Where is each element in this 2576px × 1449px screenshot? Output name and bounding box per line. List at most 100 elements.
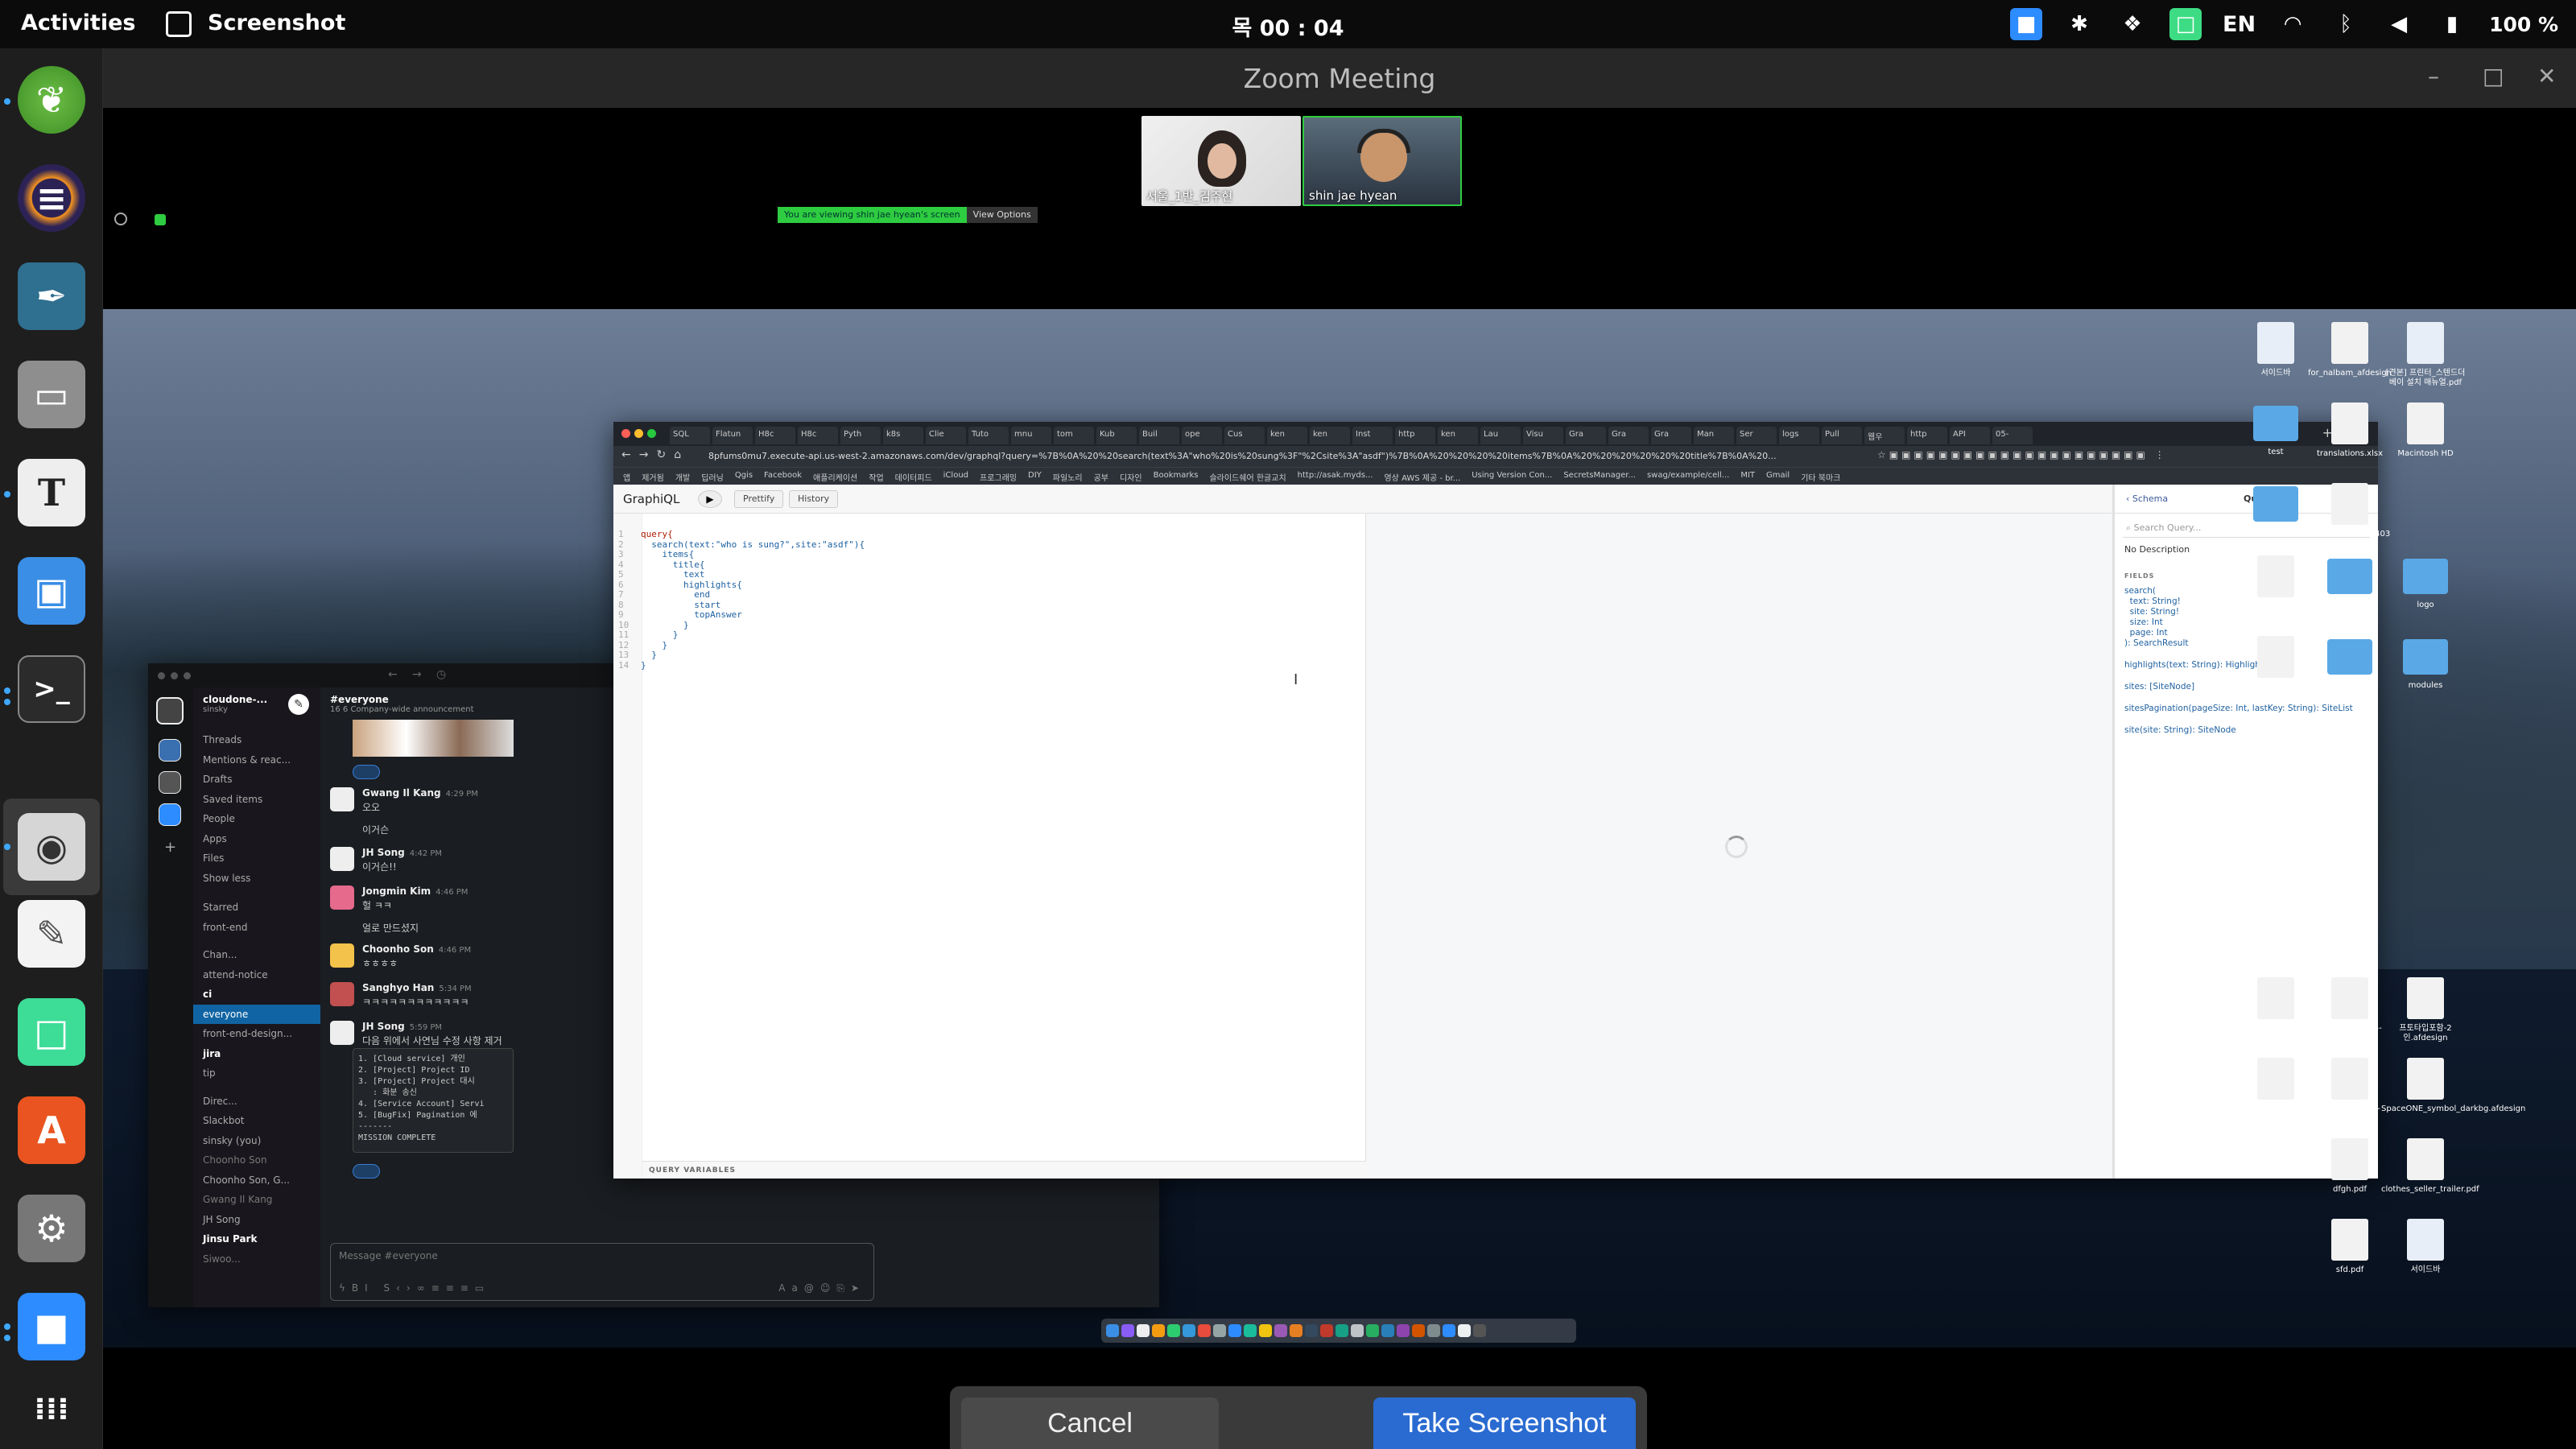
- dm-item[interactable]: Gwang Il Kang: [193, 1190, 320, 1210]
- desktop-icon[interactable]: SpaceONE_symbol_darkbg.afdesign: [2381, 1058, 2525, 1114]
- browser-tab[interactable]: ken: [1267, 427, 1307, 444]
- sidebar-item-files[interactable]: Files: [193, 848, 320, 869]
- browser-tab[interactable]: Clie: [926, 427, 966, 444]
- docs-back-button[interactable]: ‹ Schema: [2126, 493, 2168, 504]
- spring-tools-icon[interactable]: ❦: [18, 66, 85, 134]
- browser-tab[interactable]: Ser: [1736, 427, 1777, 444]
- browser-tab[interactable]: Kub: [1096, 427, 1137, 444]
- sidebar-item-people[interactable]: People: [193, 809, 320, 829]
- channel-front-end[interactable]: front-end: [193, 918, 320, 938]
- query-code[interactable]: 1 query{2 search(text:"who is sung?",site…: [618, 529, 865, 671]
- desktop-icon[interactable]: Macintosh HD: [2381, 402, 2470, 459]
- browser-tab[interactable]: logs: [1779, 427, 1819, 444]
- video-tile-active-speaker[interactable]: shin jae hyean: [1302, 116, 1462, 206]
- bookmark-item[interactable]: MIT: [1740, 471, 1755, 481]
- close-window-icon[interactable]: [621, 429, 630, 438]
- schema-field[interactable]: site(site: String): SiteNode: [2124, 725, 2368, 736]
- sidebar-item-threads[interactable]: Threads: [193, 730, 320, 750]
- settings-icon[interactable]: ⚙: [18, 1195, 85, 1262]
- zoom-icon[interactable]: ■: [18, 1293, 85, 1360]
- forward-icon[interactable]: →: [412, 668, 422, 681]
- mac-dock-app-icon[interactable]: [1366, 1324, 1379, 1337]
- browser-tab[interactable]: Cus: [1224, 427, 1265, 444]
- desktop-icon[interactable]: 프토타입포함-2 인.afdesign: [2381, 977, 2470, 1043]
- bookmark-item[interactable]: 작업: [869, 471, 883, 483]
- video-tile[interactable]: 서울_1반_김주현: [1141, 116, 1301, 206]
- bookmark-item[interactable]: 프로그래밍: [980, 471, 1017, 483]
- browser-tab[interactable]: http: [1907, 427, 1947, 444]
- desktop-icon[interactable]: [견본] 프린터_스텐드더 베이 설치 매뉴얼.pdf: [2381, 322, 2470, 388]
- info-icon[interactable]: [114, 213, 127, 225]
- back-icon[interactable]: ←: [388, 668, 398, 681]
- dropbox-tray-icon[interactable]: ❖: [2116, 8, 2149, 40]
- dm-item[interactable]: sinsky (you): [193, 1131, 320, 1151]
- extension-icons[interactable]: ☆▣▣▣▣▣▣▣▣▣▣▣▣▣▣▣▣▣▣▣▣▣ ⋮: [1877, 449, 2168, 460]
- query-variables-toggle[interactable]: QUERY VARIABLES: [642, 1161, 1366, 1179]
- formatting-toolbar[interactable]: ϟBI S‹›∞≡≡≡▭: [339, 1282, 490, 1294]
- bookmark-item[interactable]: SecretsManager...: [1563, 471, 1636, 481]
- minimize-icon[interactable]: –: [2428, 63, 2439, 89]
- files-icon[interactable]: ▭: [18, 361, 85, 428]
- section-direct-messages[interactable]: Direc...: [193, 1092, 320, 1112]
- sidebar-item-mentions[interactable]: Mentions & reac...: [193, 750, 320, 770]
- browser-tab[interactable]: Gra: [1566, 427, 1606, 444]
- sidebar-item-drafts[interactable]: Drafts: [193, 770, 320, 790]
- bookmark-item[interactable]: Facebook: [764, 471, 802, 481]
- sidebar-item-apps[interactable]: Apps: [193, 829, 320, 849]
- desktop-icon[interactable]: logo: [2381, 555, 2470, 610]
- reaction-pill[interactable]: [353, 765, 380, 779]
- eclipse-icon[interactable]: ≡: [18, 164, 85, 232]
- section-starred[interactable]: Starred: [193, 898, 320, 918]
- browser-tab[interactable]: API: [1950, 427, 1990, 444]
- section-channels[interactable]: Chan...: [193, 945, 320, 965]
- desktop-icon[interactable]: modules: [2381, 636, 2470, 691]
- bookmark-item[interactable]: 앱: [623, 471, 630, 483]
- avatar[interactable]: [330, 787, 354, 811]
- bookmark-item[interactable]: DIY: [1028, 471, 1042, 481]
- show-apps-icon[interactable]: ⁞⁞⁞: [18, 1375, 85, 1443]
- bookmark-item[interactable]: 개발: [675, 471, 690, 483]
- browser-tab[interactable]: Lau: [1480, 427, 1521, 444]
- browser-tab[interactable]: Man: [1694, 427, 1734, 444]
- typora-icon[interactable]: T: [18, 459, 85, 526]
- take-screenshot-button[interactable]: Take Screenshot: [1373, 1397, 1636, 1449]
- mac-dock-app-icon[interactable]: [1137, 1324, 1150, 1337]
- schema-field[interactable]: sitesPagination(pageSize: Int, lastKey: …: [2124, 704, 2368, 714]
- bookmark-item[interactable]: 제거됨: [642, 471, 664, 483]
- browser-tab[interactable]: Pull: [1822, 427, 1862, 444]
- bluetooth-icon[interactable]: ᛒ: [2330, 8, 2362, 40]
- browser-tab[interactable]: 05-: [1992, 427, 2033, 444]
- channel-front-end-design[interactable]: front-end-design...: [193, 1024, 320, 1044]
- navigation-buttons[interactable]: ←→↻⌂: [621, 448, 689, 461]
- channel-everyone[interactable]: everyone: [193, 1004, 320, 1024]
- dm-item[interactable]: Jinsu Park: [193, 1229, 320, 1249]
- message-author[interactable]: Jongmin Kim: [362, 886, 431, 897]
- browser-tab[interactable]: SQL: [670, 427, 710, 444]
- browser-tab[interactable]: Inst: [1352, 427, 1393, 444]
- mac-dock-app-icon[interactable]: [1412, 1324, 1425, 1337]
- history-icon[interactable]: ◷: [436, 668, 446, 681]
- mac-dock-app-icon[interactable]: [1244, 1324, 1257, 1337]
- bookmark-item[interactable]: 공부: [1094, 471, 1108, 483]
- browser-tab[interactable]: k8s: [883, 427, 923, 444]
- channel-title[interactable]: #everyone: [330, 694, 389, 705]
- mac-dock-app-icon[interactable]: [1198, 1324, 1211, 1337]
- browser-tab[interactable]: Gra: [1608, 427, 1649, 444]
- input-language[interactable]: EN: [2223, 12, 2256, 37]
- maximize-icon[interactable]: □: [2483, 63, 2504, 89]
- bookmark-item[interactable]: Qgis: [735, 471, 753, 481]
- channel-jira[interactable]: jira: [193, 1044, 320, 1064]
- mac-dock-app-icon[interactable]: [1427, 1324, 1440, 1337]
- cancel-button[interactable]: Cancel: [961, 1397, 1219, 1449]
- browser-tab[interactable]: 웹우: [1864, 427, 1905, 444]
- bookmark-item[interactable]: Using Version Con...: [1472, 471, 1552, 481]
- mac-dock-app-icon[interactable]: [1443, 1324, 1455, 1337]
- avatar[interactable]: [330, 886, 354, 910]
- mac-dock-app-icon[interactable]: [1335, 1324, 1348, 1337]
- sidebar-item-saved[interactable]: Saved items: [193, 790, 320, 810]
- mac-dock-app-icon[interactable]: [1274, 1324, 1287, 1337]
- mac-dock-app-icon[interactable]: [1305, 1324, 1318, 1337]
- mac-dock-app-icon[interactable]: [1290, 1324, 1302, 1337]
- mac-dock-app-icon[interactable]: [1351, 1324, 1364, 1337]
- browser-tab[interactable]: Visu: [1523, 427, 1563, 444]
